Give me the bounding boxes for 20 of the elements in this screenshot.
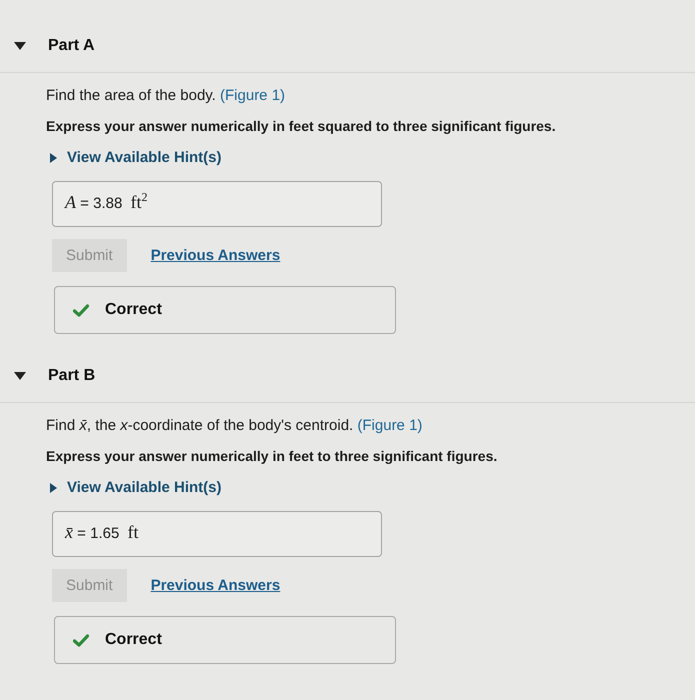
caret-icon[interactable]	[14, 42, 26, 50]
instruction-text: Express your answer numerically in feet to three significant figures.	[46, 447, 498, 465]
part-title: Part A	[48, 37, 95, 55]
question-text: Find the area of the body. (Figure 1)	[46, 87, 286, 105]
feedback-text: Correct	[105, 301, 162, 319]
answer-field[interactable]: A = 3.88 ft$^{2}$	[52, 181, 382, 227]
question-text: Find x̄, the x-coordinate of the body's centroid. (Figure 1)	[46, 417, 424, 435]
hint-link[interactable]: View Available Hint(s)	[50, 149, 222, 167]
part-title: Part B	[48, 367, 96, 385]
figure-link[interactable]: (Figure 1)	[220, 87, 286, 104]
instruction-text: Express your answer numerically in feet squared to three significant figures.	[46, 117, 557, 135]
answer-field[interactable]: x̄ = 1.65 ft	[52, 511, 382, 557]
check-icon	[73, 304, 89, 316]
feedback-text: Correct	[105, 631, 162, 649]
caret-icon[interactable]	[14, 372, 26, 380]
check-icon	[73, 634, 89, 646]
previous-answers-link[interactable]: Previous Answers	[150, 247, 280, 264]
hint-link[interactable]: View Available Hint(s)	[50, 479, 222, 497]
figure-link[interactable]: (Figure 1)	[357, 417, 422, 434]
previous-answers-link[interactable]: Previous Answers	[150, 577, 280, 594]
